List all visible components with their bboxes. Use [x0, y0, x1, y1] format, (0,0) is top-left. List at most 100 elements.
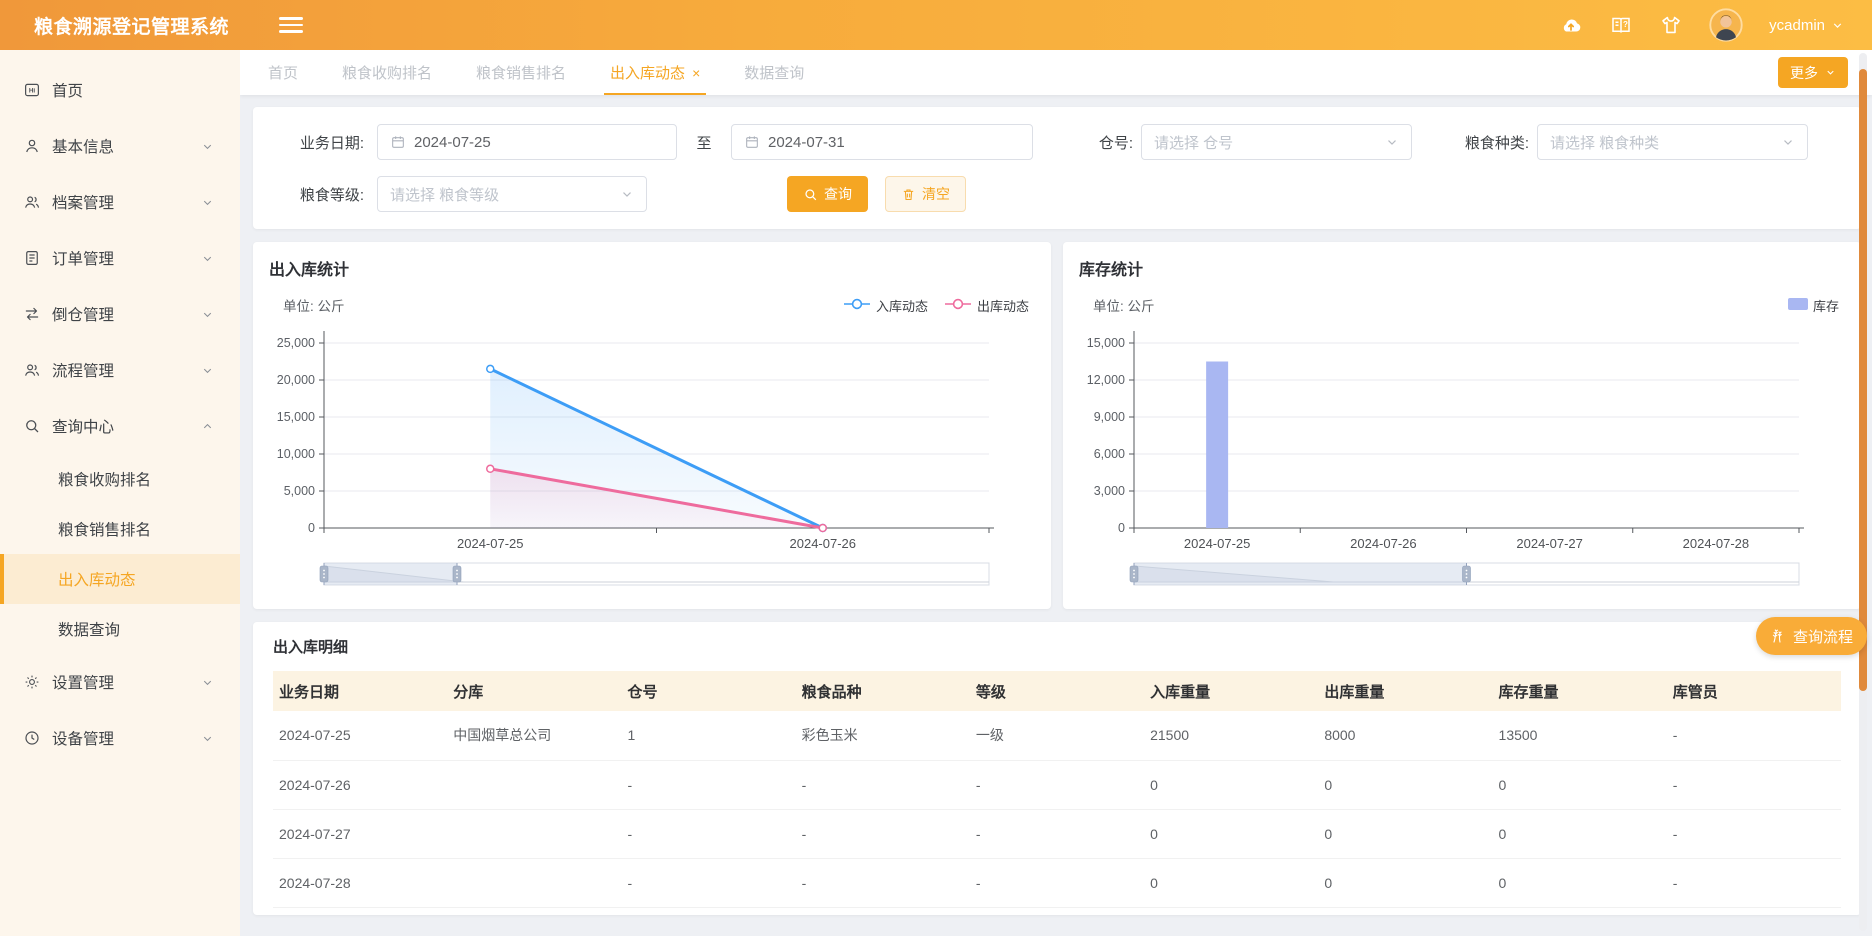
table-cell: - — [1667, 711, 1841, 760]
table-cell: 2024-07-25 — [273, 711, 447, 760]
svg-text:12,000: 12,000 — [1087, 373, 1125, 387]
sidebar-subitem-label: 出入库动态 — [58, 568, 136, 590]
table-cell: 8000 — [1318, 711, 1492, 760]
svg-text:5,000: 5,000 — [284, 484, 315, 498]
table-cell: 彩色玉米 — [796, 711, 970, 760]
tab-label: 粮食销售排名 — [476, 62, 566, 83]
inout-detail-table: 业务日期分库仓号粮食品种等级入库重量出库重量库存重量库管员 2024-07-25… — [273, 671, 1841, 908]
trash-icon — [901, 187, 916, 202]
chevron-down-icon — [1825, 67, 1836, 78]
tab-2[interactable]: 粮食销售排名 — [476, 50, 566, 95]
legend-line-marker — [944, 298, 972, 313]
unit-label: 单位: 公斤 — [283, 295, 345, 315]
grain-grade-placeholder: 请选择 粮食等级 — [390, 184, 620, 205]
table-cell: 1 — [621, 711, 795, 760]
sidebar-subitem-6-3[interactable]: 数据查询 — [0, 604, 240, 654]
chevron-down-icon — [1385, 135, 1399, 149]
table-column-header: 入库重量 — [1144, 671, 1318, 711]
sidebar-item-4[interactable]: 倒仓管理 — [0, 286, 240, 342]
sidebar-subitem-6-1[interactable]: 粮食销售排名 — [0, 504, 240, 554]
svg-text:2024-07-26: 2024-07-26 — [790, 536, 857, 551]
table-title: 出入库明细 — [273, 636, 1841, 657]
sidebar-item-0[interactable]: Hi首页 — [0, 62, 240, 118]
user-avatar[interactable] — [1709, 8, 1743, 42]
table-cell: - — [970, 809, 1144, 858]
chevron-down-icon — [201, 364, 214, 377]
warehouse-select[interactable]: 请选择 仓号 — [1141, 124, 1412, 160]
help-book-icon[interactable]: ? — [1609, 13, 1633, 37]
inout-line-chart: 05,00010,00015,00020,00025,0002024-07-25… — [269, 321, 1030, 591]
table-cell: 2024-07-28 — [273, 858, 447, 907]
clear-button[interactable]: 清空 — [885, 176, 966, 212]
user-icon — [23, 137, 41, 155]
tab-4[interactable]: 数据查询 — [744, 50, 804, 95]
username-label: ycadmin — [1769, 17, 1825, 34]
sidebar-item-label: 首页 — [52, 79, 83, 101]
legend-label: 库存 — [1813, 296, 1839, 315]
svg-text:2024-07-28: 2024-07-28 — [1683, 536, 1750, 551]
more-tabs-button[interactable]: 更多 — [1778, 57, 1848, 88]
tab-0[interactable]: 首页 — [268, 50, 298, 95]
inout-chart-title: 出入库统计 — [269, 256, 1035, 280]
table-cell: 21500 — [1144, 711, 1318, 760]
sidebar-subitem-6-0[interactable]: 粮食收购排名 — [0, 454, 240, 504]
table-cell: - — [621, 760, 795, 809]
chevron-down-icon — [201, 676, 214, 689]
chevron-down-icon — [1781, 135, 1795, 149]
legend-item-出库动态[interactable]: 出库动态 — [944, 296, 1029, 315]
legend-label: 出库动态 — [977, 296, 1029, 315]
table-cell: 0 — [1144, 809, 1318, 858]
tab-1[interactable]: 粮食收购排名 — [342, 50, 432, 95]
workflow-users-icon — [23, 361, 41, 379]
table-column-header: 出库重量 — [1318, 671, 1492, 711]
datazoom-slider[interactable] — [1130, 563, 1799, 585]
table-cell: 0 — [1318, 858, 1492, 907]
grain-type-select[interactable]: 请选择 粮食种类 — [1537, 124, 1808, 160]
sidebar-item-6[interactable]: 查询中心 — [0, 398, 240, 454]
close-tab-icon[interactable]: × — [692, 66, 700, 80]
table-cell: 0 — [1493, 760, 1667, 809]
chevron-down-icon — [201, 140, 214, 153]
stock-stats-card: 库存统计 单位: 公斤 库存 03,0006,0009,00012,00015,… — [1063, 242, 1861, 609]
scrollbar-track — [1859, 53, 1867, 931]
page-content: 业务日期: 2024-07-25 至 2024-07-31 — [240, 95, 1872, 915]
table-cell: - — [621, 809, 795, 858]
date-from-input[interactable]: 2024-07-25 — [377, 124, 677, 160]
date-from-value: 2024-07-25 — [414, 134, 491, 151]
grain-grade-select[interactable]: 请选择 粮食等级 — [377, 176, 647, 212]
legend-item-库存[interactable]: 库存 — [1788, 296, 1839, 315]
sidebar-item-5[interactable]: 流程管理 — [0, 342, 240, 398]
svg-text:0: 0 — [1118, 521, 1125, 535]
tab-label: 出入库动态 — [610, 62, 685, 83]
inout-stats-card: 出入库统计 单位: 公斤 入库动态出库动态 05,00010,00015,000… — [253, 242, 1051, 609]
legend-item-入库动态[interactable]: 入库动态 — [843, 296, 928, 315]
sidebar-item-2[interactable]: 档案管理 — [0, 174, 240, 230]
theme-shirt-icon[interactable] — [1659, 13, 1683, 37]
sidebar-item-1[interactable]: 基本信息 — [0, 118, 240, 174]
sidebar-item-7[interactable]: 设置管理 — [0, 654, 240, 710]
datazoom-slider[interactable] — [320, 563, 989, 585]
grain-type-label: 粮食种类: — [1412, 132, 1529, 153]
hamburger-menu-icon[interactable] — [279, 17, 303, 33]
cloud-upload-icon[interactable] — [1559, 13, 1583, 37]
scrollbar-thumb[interactable] — [1859, 69, 1867, 691]
query-flow-button[interactable]: 查询流程 — [1756, 617, 1867, 655]
sidebar-subitem-6-2[interactable]: 出入库动态 — [0, 554, 240, 604]
search-icon — [23, 417, 41, 435]
chevron-down-icon — [620, 187, 634, 201]
chevron-down-icon — [201, 196, 214, 209]
sidebar-item-3[interactable]: 订单管理 — [0, 230, 240, 286]
table-column-header: 仓号 — [621, 671, 795, 711]
user-menu[interactable]: ycadmin — [1769, 17, 1844, 34]
tab-3[interactable]: 出入库动态 × — [610, 50, 700, 95]
sidebar-item-8[interactable]: 设备管理 — [0, 710, 240, 766]
date-to-input[interactable]: 2024-07-31 — [731, 124, 1033, 160]
sidebar: Hi首页基本信息档案管理订单管理倒仓管理流程管理查询中心粮食收购排名粮食销售排名… — [0, 50, 240, 936]
search-button[interactable]: 查询 — [787, 176, 868, 212]
table-cell: 一级 — [970, 711, 1144, 760]
svg-text:2024-07-25: 2024-07-25 — [457, 536, 524, 551]
table-cell: - — [796, 858, 970, 907]
clock-icon — [23, 729, 41, 747]
table-cell: 0 — [1318, 809, 1492, 858]
chevron-up-icon — [201, 420, 214, 433]
